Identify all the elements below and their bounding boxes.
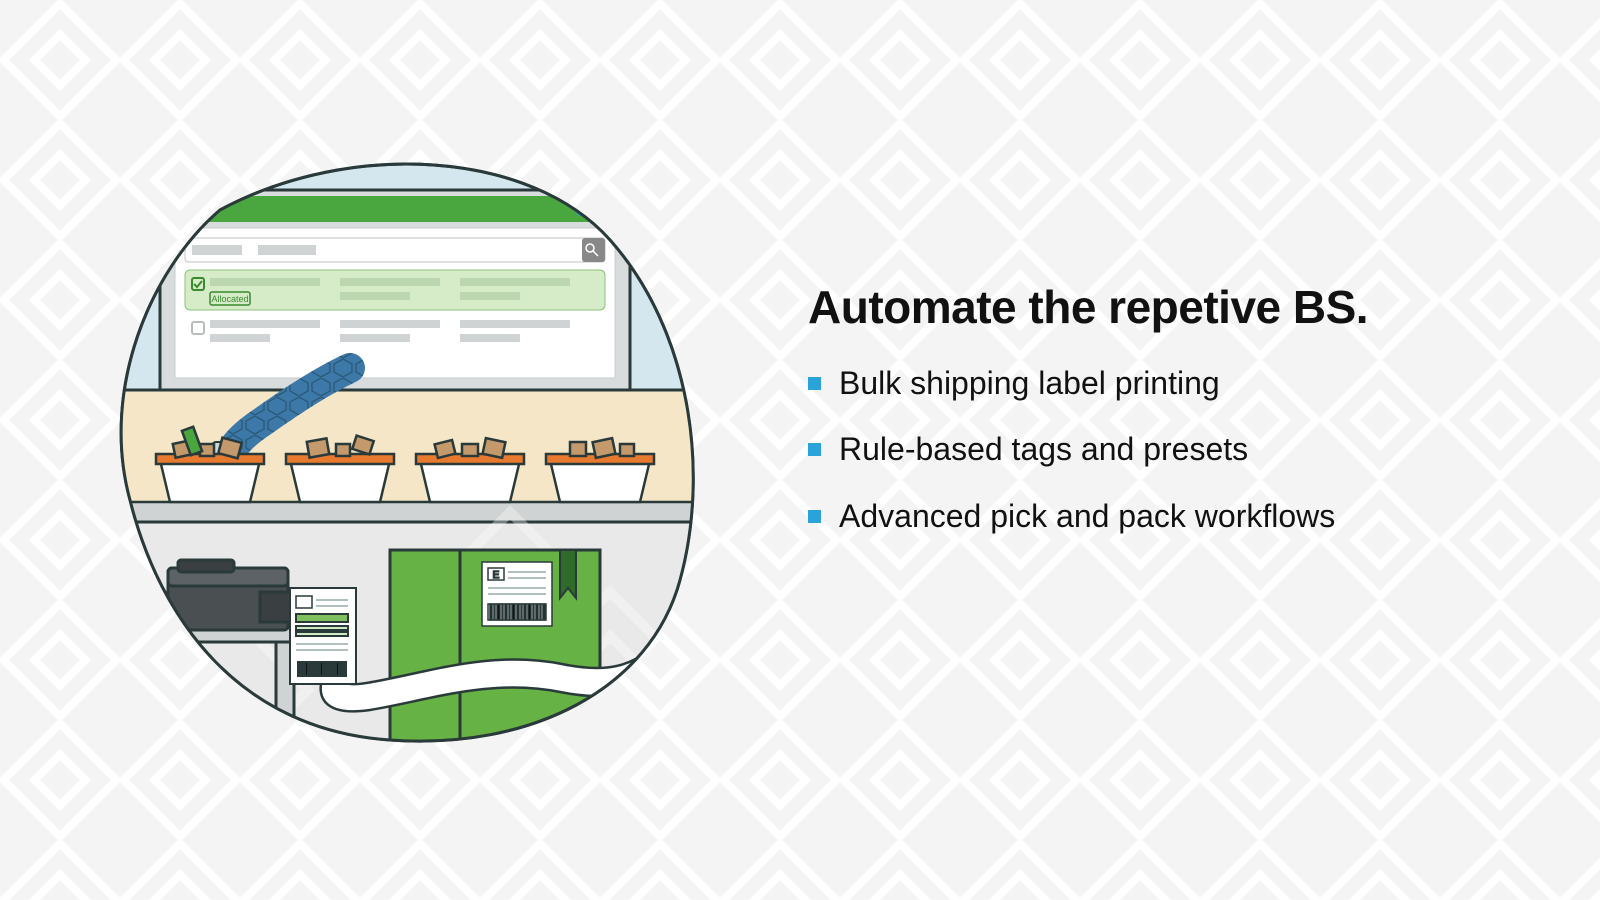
feature-text: Bulk shipping label printing (839, 364, 1220, 402)
feature-text: Rule-based tags and presets (839, 430, 1248, 468)
svg-text:E: E (493, 570, 500, 581)
monitor: Allocated (160, 190, 630, 420)
svg-text:Allocated: Allocated (211, 294, 248, 304)
automation-illustration: Allocated (90, 130, 710, 770)
printed-label (290, 588, 356, 684)
headline: Automate the repetive BS. (808, 280, 1530, 334)
bullet-icon (808, 377, 821, 390)
bullet-icon (808, 510, 821, 523)
marketing-copy: Automate the repetive BS. Bulk shipping … (808, 280, 1530, 563)
feature-list: Bulk shipping label printing Rule-based … (808, 364, 1530, 535)
shipping-box: E (390, 550, 600, 760)
list-item: Rule-based tags and presets (808, 430, 1530, 468)
list-item: Bulk shipping label printing (808, 364, 1530, 402)
bullet-icon (808, 443, 821, 456)
list-item: Advanced pick and pack workflows (808, 497, 1530, 535)
feature-text: Advanced pick and pack workflows (839, 497, 1335, 535)
